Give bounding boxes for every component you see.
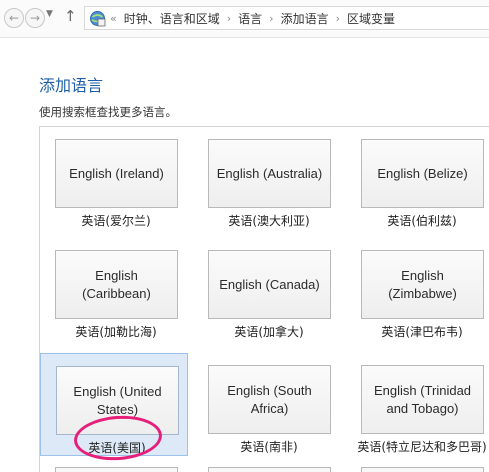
language-label: 英语(爱尔兰) <box>81 214 151 228</box>
forward-arrow-icon[interactable]: → <box>25 8 45 28</box>
language-label: 英语(加拿大) <box>234 325 304 339</box>
language-label: 英语(特立尼达和多巴哥) <box>357 440 487 454</box>
up-arrow-icon[interactable]: ↑ <box>64 7 77 25</box>
language-label: 英语(南非) <box>240 440 298 454</box>
chevron-right-icon[interactable]: › <box>336 12 340 25</box>
control-panel-icon <box>90 11 106 27</box>
language-label: 英语(加勒比海) <box>75 325 157 339</box>
language-tile-english-trinidad-tobago[interactable]: English (Trinidad and Tobago) 英语(特立尼达和多巴… <box>346 353 489 456</box>
language-name: English (South Africa) <box>208 365 331 434</box>
chevron-right-icon[interactable]: › <box>269 12 273 25</box>
language-tile-english-south-africa[interactable]: English (South Africa) 英语(南非) <box>193 353 341 456</box>
language-name: English (Australia) <box>208 139 331 208</box>
language-label: 英语(澳大利亚) <box>228 214 310 228</box>
breadcrumb-items: « 时钟、语言和区域 › 语言 › 添加语言 › 区域变量 <box>110 7 395 29</box>
language-name: English (Canada) <box>208 250 331 319</box>
breadcrumb[interactable]: « 时钟、语言和区域 › 语言 › 添加语言 › 区域变量 <box>84 6 489 30</box>
chevron-right-icon[interactable]: › <box>227 12 231 25</box>
language-tile-partial[interactable] <box>55 467 178 472</box>
language-tile-english-zimbabwe[interactable]: English (Zimbabwe) 英语(津巴布韦) <box>346 238 489 341</box>
language-name: English (Zimbabwe) <box>361 250 484 319</box>
language-label: 英语(伯利兹) <box>387 214 457 228</box>
language-tile-partial[interactable] <box>208 467 331 472</box>
language-label: 英语(津巴布韦) <box>381 325 463 339</box>
language-name: English (Belize) <box>361 139 484 208</box>
language-tile-english-caribbean[interactable]: English (Caribbean) 英语(加勒比海) <box>40 238 188 341</box>
language-tile-english-ireland[interactable]: English (Ireland) 英语(爱尔兰) <box>40 127 188 230</box>
page-title: 添加语言 <box>39 76 104 95</box>
page-description: 使用搜索框查找更多语言。 <box>39 105 177 119</box>
breadcrumb-item-add-language[interactable]: 添加语言 <box>281 10 329 27</box>
language-tile-partial[interactable] <box>361 467 484 472</box>
chevron-down-icon[interactable]: ▼ <box>46 9 53 19</box>
language-name: English (Ireland) <box>55 139 178 208</box>
language-name: English (Trinidad and Tobago) <box>361 365 484 434</box>
language-tile-english-canada[interactable]: English (Canada) 英语(加拿大) <box>193 238 341 341</box>
address-bar: ← → ▼ ↑ « 时钟、语言和区域 › 语言 › 添加语言 › 区域变量 <box>0 0 489 38</box>
breadcrumb-item-clock-language-region[interactable]: 时钟、语言和区域 <box>124 10 220 27</box>
language-name: English (Caribbean) <box>55 250 178 319</box>
breadcrumb-root-chevron[interactable]: « <box>110 12 117 25</box>
language-tile-english-australia[interactable]: English (Australia) 英语(澳大利亚) <box>193 127 341 230</box>
language-tile-english-belize[interactable]: English (Belize) 英语(伯利兹) <box>346 127 489 230</box>
back-arrow-icon[interactable]: ← <box>4 8 24 28</box>
breadcrumb-item-regional-variants[interactable]: 区域变量 <box>347 10 395 27</box>
breadcrumb-item-language[interactable]: 语言 <box>238 10 262 27</box>
